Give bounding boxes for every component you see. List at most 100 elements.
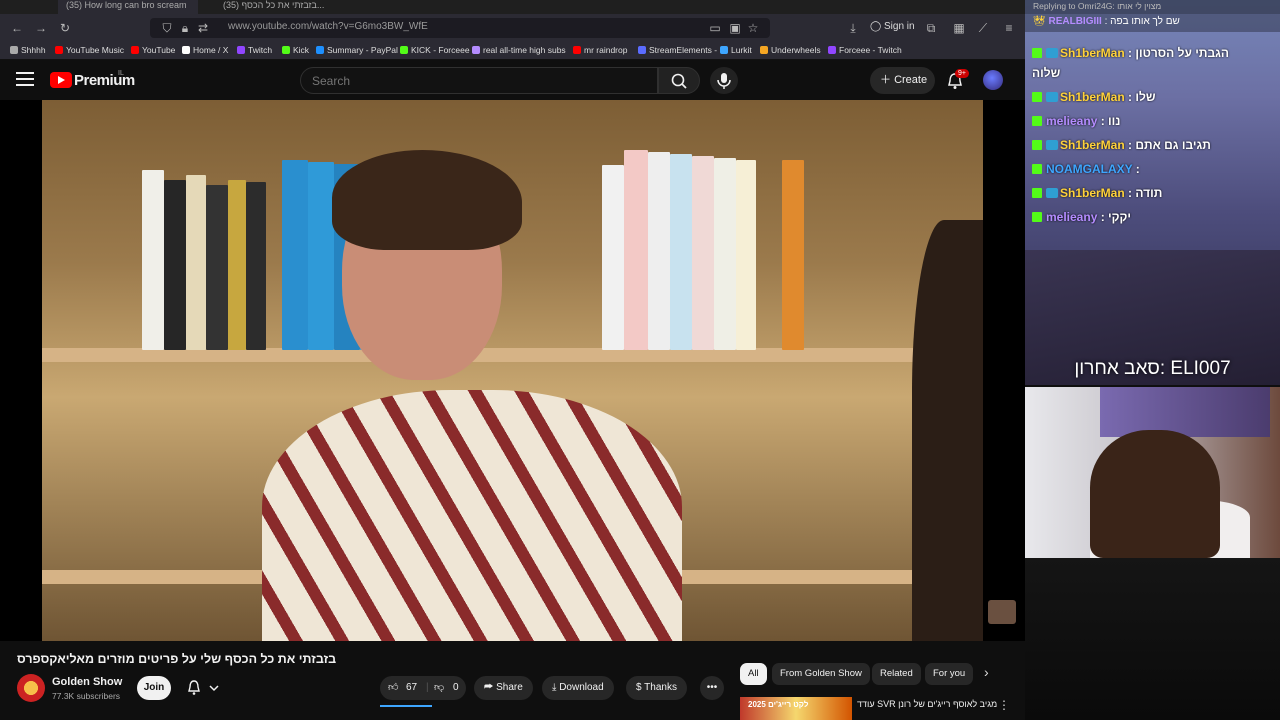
bookmark-favicon-icon: [182, 46, 190, 54]
bookmark-star-icon[interactable]: ☆: [744, 19, 762, 37]
video-person: [262, 150, 682, 641]
chat-message: melieany : נוו: [1032, 114, 1120, 128]
thumbs-up-icon[interactable]: 👍︎: [388, 676, 398, 700]
forward-icon[interactable]: →: [32, 19, 50, 37]
pinned-message: 👑︎ REALBIGIII : שם לך אותו בפה: [1025, 14, 1280, 32]
browser-tab-active[interactable]: (35) בזבזתי את כל הכסף...: [215, 0, 365, 14]
kick-badge-icon: [1032, 140, 1042, 150]
browser-tab[interactable]: (35) How long can bro scream: [58, 0, 198, 14]
pip-icon[interactable]: ▣: [726, 19, 744, 37]
extension-icon-2[interactable]: ⟋: [974, 19, 992, 37]
account-avatar[interactable]: [983, 70, 1003, 90]
menu-icon[interactable]: ≡: [1000, 19, 1018, 37]
chat-text: שלו: [1135, 90, 1156, 104]
bookmark-item[interactable]: Kick: [282, 45, 309, 55]
bookmark-favicon-icon: [316, 46, 324, 54]
chat-message: Sh1berMan : תודה: [1032, 186, 1162, 200]
thanks-button[interactable]: $ Thanks: [626, 676, 687, 700]
subscription-bell-button[interactable]: [184, 678, 224, 698]
logo-text[interactable]: Premium: [74, 72, 135, 89]
bookmark-item[interactable]: Home / X: [182, 45, 228, 55]
bookmark-label: KICK - Forceee: [411, 45, 470, 55]
crown-icon: 👑︎: [1033, 16, 1049, 27]
like-count: 67: [406, 682, 418, 693]
more-icon: •••: [706, 682, 718, 693]
download-button[interactable]: ⤓ Download: [542, 676, 614, 700]
create-label: Create: [894, 74, 928, 86]
bookmark-item[interactable]: real all-time high subs: [472, 45, 566, 55]
bookmark-favicon-icon: [638, 46, 646, 54]
bookmark-item[interactable]: Forceee - Twitch: [828, 45, 902, 55]
search-button[interactable]: [658, 67, 700, 94]
channel-watermark[interactable]: [988, 600, 1016, 624]
reload-icon[interactable]: ↻: [56, 19, 74, 37]
bookmark-item[interactable]: StreamElements -: [638, 45, 717, 55]
bookmark-label: StreamElements -: [649, 45, 718, 55]
download-icon[interactable]: ⤓: [844, 19, 862, 37]
url-text[interactable]: www.youtube.com/watch?v=G6mo3BW_WfE: [228, 21, 428, 32]
hamburger-menu-icon[interactable]: [16, 72, 34, 86]
video-frame[interactable]: [42, 100, 983, 641]
kick-badge-icon: [1032, 164, 1042, 174]
chat-text: הגבתי על הסרטון: [1135, 46, 1229, 60]
shield-icon[interactable]: ⛉: [158, 19, 176, 37]
chip-related[interactable]: Related: [872, 663, 921, 685]
bookmark-label: mr raindrop: [584, 45, 628, 55]
permissions-icon[interactable]: ⇄: [194, 19, 212, 37]
sign-in-label: Sign in: [883, 21, 915, 32]
video-title: בזבזתי את כל הכסף שלי על פריטים מוזרים מ…: [17, 652, 337, 666]
like-dislike-group[interactable]: 👍︎ 67 | 👎︎ 0: [380, 676, 466, 700]
chat-message: Sh1berMan : תגיבו גם אתם: [1032, 138, 1211, 152]
bookmark-item[interactable]: Twitch: [237, 45, 272, 55]
kick-badge-icon: [1032, 116, 1042, 126]
bookmark-item[interactable]: YouTube: [131, 45, 175, 55]
thanks-icon: $: [636, 682, 645, 693]
bookmark-item[interactable]: Shhhh: [10, 45, 46, 55]
bookmark-label: Underwheels: [771, 45, 821, 55]
chip-for-you[interactable]: For you: [925, 663, 974, 685]
chat-username: melieany: [1046, 210, 1098, 224]
youtube-logo-icon[interactable]: [50, 72, 72, 88]
bookmark-label: YouTube Music: [66, 45, 124, 55]
bookmark-favicon-icon: [237, 46, 245, 54]
kebab-menu-icon[interactable]: ⋮: [998, 698, 1010, 712]
channel-name[interactable]: Golden Show: [52, 676, 122, 688]
bookmark-item[interactable]: YouTube Music: [55, 45, 124, 55]
extension-icon[interactable]: ▦: [950, 19, 968, 37]
lock-icon[interactable]: 🔒︎: [176, 19, 194, 37]
chevron-right-icon[interactable]: ›: [984, 664, 989, 680]
chip-all[interactable]: All: [740, 663, 767, 685]
bookmark-item[interactable]: Summary - PayPal: [316, 45, 398, 55]
more-actions-button[interactable]: •••: [700, 676, 724, 700]
thumbnail-text: לקט רייג'ים 2025: [748, 700, 809, 709]
notification-badge: 9+: [955, 69, 969, 78]
create-button[interactable]: ＋ Create: [870, 67, 935, 94]
voice-search-button[interactable]: [710, 67, 738, 94]
share-button[interactable]: ⮫ Share: [474, 676, 533, 700]
bookmark-favicon-icon: [282, 46, 290, 54]
chip-from-channel[interactable]: From Golden Show: [772, 663, 870, 685]
recommendation-title[interactable]: עודד SVR מגיב לאוסף רייג'ים של רונן: [857, 699, 997, 709]
sign-in-button[interactable]: ◯ Sign in: [870, 21, 915, 32]
chat-text: תגיבו גם אתם: [1135, 138, 1211, 152]
thumbs-down-icon[interactable]: 👎︎: [434, 676, 444, 700]
extensions-icon[interactable]: ⧉: [922, 19, 940, 37]
divider: |: [426, 682, 429, 693]
bookmark-favicon-icon: [131, 46, 139, 54]
reader-icon[interactable]: ▭: [706, 19, 724, 37]
join-button[interactable]: Join: [137, 676, 171, 700]
bookmark-label: Summary - PayPal: [327, 45, 398, 55]
bookmark-item[interactable]: Lurkit: [720, 45, 752, 55]
last-subscriber: סאב אחרון: ELI007: [1074, 358, 1231, 379]
bookmark-item[interactable]: Underwheels: [760, 45, 821, 55]
channel-avatar[interactable]: [17, 674, 45, 702]
bookmark-item[interactable]: mr raindrop: [573, 45, 627, 55]
tab-title: (35) בזבזתי את כל הכסף...: [223, 0, 325, 10]
bookmark-item[interactable]: KICK - Forceee: [400, 45, 470, 55]
bookmark-label: Forceee - Twitch: [839, 45, 902, 55]
back-icon[interactable]: ←: [8, 19, 26, 37]
bookmark-label: Home / X: [193, 45, 229, 55]
chat-username: Sh1berMan: [1060, 90, 1125, 104]
chat-text: יקקי: [1108, 210, 1131, 224]
search-input[interactable]: [312, 74, 642, 88]
